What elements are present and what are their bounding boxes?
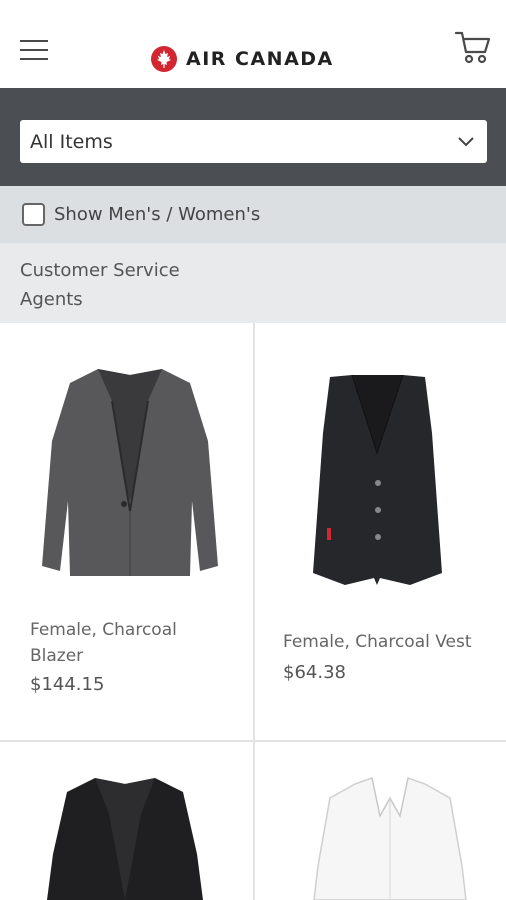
- category-title: Customer Service Agents: [20, 260, 180, 310]
- product-card[interactable]: Female, Charcoal Blazer $144.15: [0, 323, 253, 740]
- chevron-down-icon: [458, 137, 474, 147]
- product-card[interactable]: Female, Charcoal Vest $64.38: [255, 323, 506, 740]
- product-card[interactable]: [0, 742, 253, 900]
- show-gender-label[interactable]: Show Men's / Women's: [54, 204, 260, 225]
- product-name[interactable]: Female, Charcoal Blazer: [30, 617, 230, 669]
- air-canada-logo[interactable]: AIR CANADA: [150, 44, 334, 74]
- product-grid: Female, Charcoal Blazer $144.15 Female, …: [0, 323, 506, 900]
- category-select[interactable]: All Items: [20, 120, 487, 163]
- hamburger-menu-icon[interactable]: [20, 38, 48, 62]
- maple-leaf-icon: [151, 46, 177, 72]
- gender-toggle-row: Show Men's / Women's: [0, 186, 506, 243]
- brand-name: AIR CANADA: [186, 48, 334, 70]
- product-name[interactable]: Female, Charcoal Vest: [283, 629, 498, 655]
- product-card[interactable]: [255, 742, 506, 900]
- app-header: AIR CANADA: [0, 0, 506, 88]
- show-gender-checkbox[interactable]: [22, 203, 45, 226]
- shopping-cart-icon[interactable]: [454, 28, 492, 66]
- product-price: $144.15: [30, 674, 105, 695]
- black-jacket-image: [47, 778, 203, 900]
- filter-bar: All Items: [0, 88, 506, 186]
- charcoal-vest-image: [313, 374, 442, 585]
- category-header: Customer Service Agents: [0, 243, 506, 323]
- category-select-value: All Items: [30, 130, 113, 153]
- product-price: $64.38: [283, 662, 346, 683]
- charcoal-blazer-image: [42, 369, 218, 576]
- white-blouse-image: [313, 777, 467, 900]
